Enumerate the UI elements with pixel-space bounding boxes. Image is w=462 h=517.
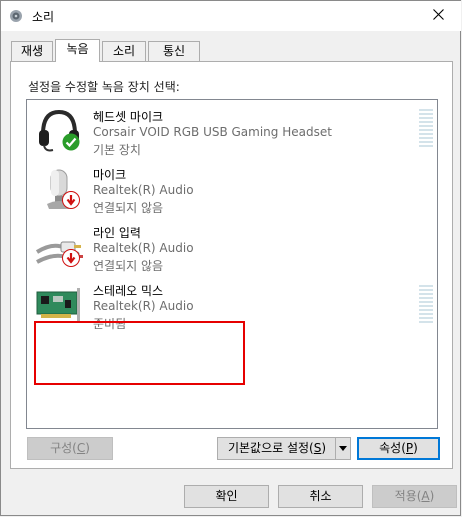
sound-dialog: 소리 재생 녹음 소리 통신 설정을 수정할 녹음 장치 선택: 헤드셋 마이크… (0, 0, 461, 516)
close-icon (432, 9, 444, 23)
window-title: 소리 (32, 10, 55, 24)
dropdown-arrow-button[interactable] (335, 438, 350, 459)
list-item-stereo-mix[interactable]: 스테레오 믹스 Realtek(R) Audio 준비됨 (27, 274, 437, 332)
device-status: 준비됨 (93, 317, 127, 331)
device-status: 연결되지 않음 (93, 259, 164, 273)
device-driver: Realtek(R) Audio (93, 241, 194, 255)
ok-button[interactable]: 확인 (184, 485, 269, 508)
device-driver: Corsair VOID RGB USB Gaming Headset (93, 125, 332, 139)
configure-button[interactable]: 구성(C) (27, 437, 113, 460)
device-driver: Realtek(R) Audio (93, 183, 194, 197)
down-arrow-icon (62, 191, 80, 212)
set-default-button[interactable]: 기본값으로 설정(S) (217, 437, 351, 460)
device-name: 마이크 (93, 168, 127, 182)
instruction-label: 설정을 수정할 녹음 장치 선택: (28, 80, 180, 94)
cancel-button[interactable]: 취소 (278, 485, 363, 508)
level-meter (419, 109, 433, 149)
apply-button[interactable]: 적용(A) (372, 485, 457, 508)
recording-panel: 설정을 수정할 녹음 장치 선택: 헤드셋 마이크 Corsair VOID R… (10, 61, 453, 469)
properties-button[interactable]: 속성(P) (357, 437, 440, 460)
list-item-line-in[interactable]: 라인 입력 Realtek(R) Audio 연결되지 않음 (27, 216, 437, 274)
down-arrow-icon (62, 249, 80, 270)
speaker-icon (9, 9, 23, 23)
device-status: 기본 장치 (93, 143, 141, 157)
sound-card-icon (35, 280, 83, 328)
tab-recording[interactable]: 녹음 (55, 39, 100, 62)
device-list[interactable]: 헤드셋 마이크 Corsair VOID RGB USB Gaming Head… (26, 99, 438, 429)
list-item-microphone[interactable]: 마이크 Realtek(R) Audio 연결되지 않음 (27, 158, 437, 216)
title-bar: 소리 (1, 1, 461, 31)
device-name: 스테레오 믹스 (93, 284, 164, 298)
close-button[interactable] (415, 1, 461, 31)
chevron-down-icon (339, 446, 347, 451)
tab-playback[interactable]: 재생 (11, 41, 53, 61)
device-status: 연결되지 않음 (93, 201, 164, 215)
device-driver: Realtek(R) Audio (93, 299, 194, 313)
check-icon (62, 133, 80, 154)
list-item-headset-mic[interactable]: 헤드셋 마이크 Corsair VOID RGB USB Gaming Head… (27, 100, 437, 158)
tab-communications[interactable]: 통신 (148, 41, 200, 61)
device-name: 헤드셋 마이크 (93, 110, 164, 124)
level-meter (419, 285, 433, 325)
device-name: 라인 입력 (93, 226, 141, 240)
tab-sounds[interactable]: 소리 (102, 41, 146, 61)
